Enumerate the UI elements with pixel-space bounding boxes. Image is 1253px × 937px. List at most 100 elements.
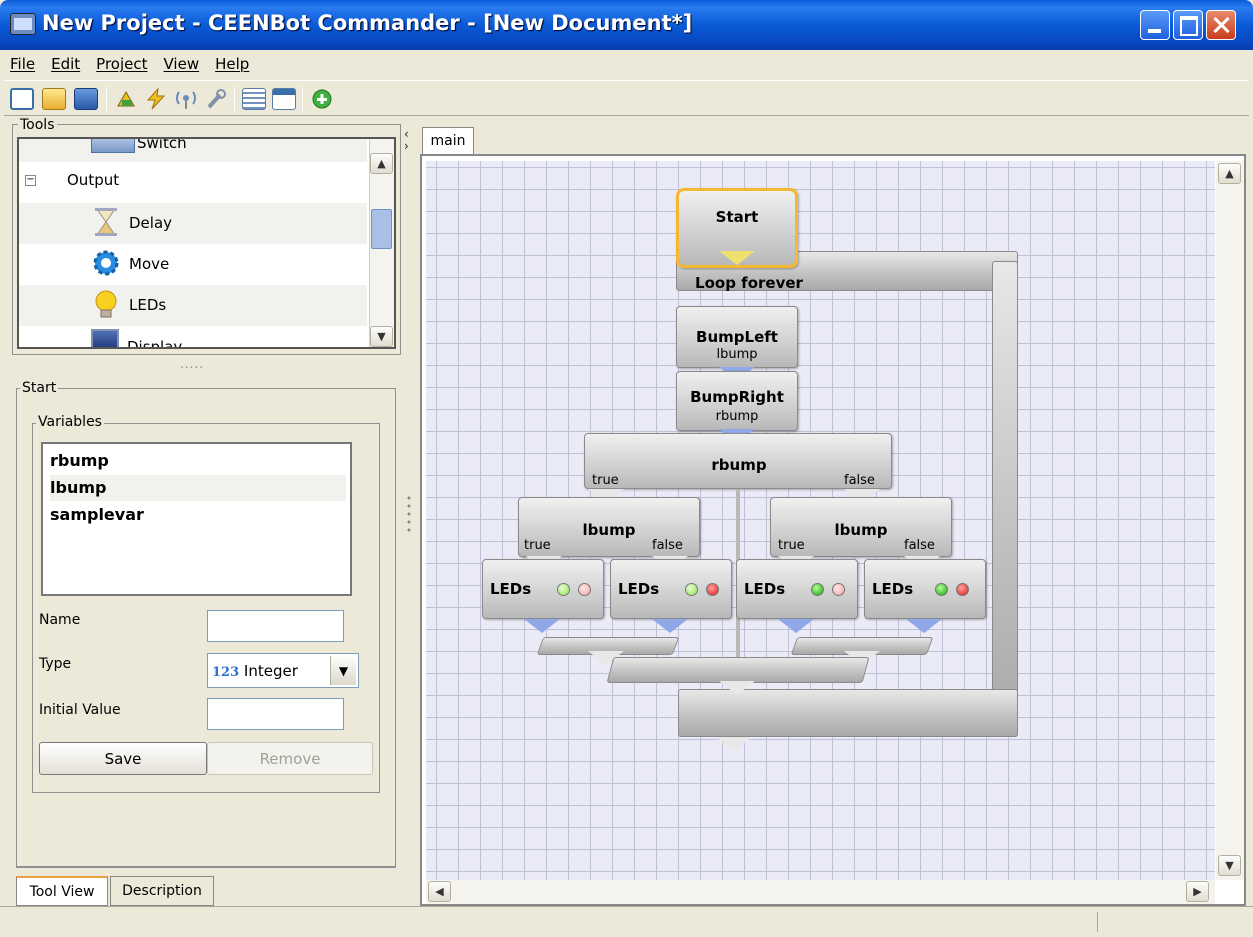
tool-item-delay[interactable]: Delay <box>19 203 367 244</box>
wrench-icon[interactable] <box>204 88 228 110</box>
gear-icon <box>93 250 119 276</box>
list-item[interactable]: lbump <box>50 475 346 501</box>
leds-label: LEDs <box>618 580 660 598</box>
toolbar-separator <box>106 87 107 111</box>
type-select[interactable]: 123 Integer ▼ <box>207 653 359 688</box>
led-red-icon <box>706 583 719 596</box>
splitter-handle[interactable]: ..... <box>180 357 204 371</box>
scroll-down-button[interactable]: ▼ <box>370 326 393 347</box>
tool-item-output[interactable]: − Output <box>19 162 367 203</box>
start-label: Start <box>715 208 759 226</box>
list-item[interactable]: samplevar <box>50 502 346 528</box>
menu-view[interactable]: View <box>164 55 200 73</box>
divider-grip[interactable] <box>407 495 411 539</box>
loop-return-line <box>992 261 1018 737</box>
flow-canvas[interactable]: Loop forever Start BumpLeft lbump BumpRi… <box>426 161 1215 880</box>
maximize-button[interactable] <box>1173 10 1203 40</box>
wireless-icon[interactable] <box>174 88 198 110</box>
collapse-panel-handle[interactable]: ‹ › <box>404 128 409 152</box>
lbump-if-label: lbump <box>582 521 636 539</box>
tab-tool-view[interactable]: Tool View <box>16 876 108 906</box>
connector <box>524 619 560 633</box>
leds-label: LEDs <box>744 580 786 598</box>
lbump-if-label: lbump <box>834 521 888 539</box>
display-icon <box>91 329 119 347</box>
connector <box>719 681 755 695</box>
switch-icon <box>91 139 135 153</box>
scroll-down-button[interactable]: ▼ <box>1218 855 1241 876</box>
led-green-icon <box>685 583 698 596</box>
scroll-up-button[interactable]: ▲ <box>1218 163 1241 184</box>
flash-icon[interactable] <box>144 87 168 110</box>
menu-file[interactable]: File <box>10 55 35 73</box>
tool-item-leds[interactable]: LEDs <box>19 285 367 326</box>
tab-description[interactable]: Description <box>110 876 214 906</box>
merge-bar <box>606 657 870 683</box>
bumpright-label: BumpRight <box>690 388 784 406</box>
list-item[interactable]: rbump <box>50 448 346 474</box>
window-title: New Project - CEENBot Commander - [New D… <box>42 11 693 35</box>
lightbulb-icon <box>95 290 117 318</box>
led-red-icon <box>956 583 969 596</box>
true-label: true <box>778 538 805 553</box>
scroll-left-button[interactable]: ◀ <box>428 881 451 902</box>
menu-edit[interactable]: Edit <box>51 55 80 73</box>
variables-list[interactable]: rbump lbump samplevar <box>41 442 352 596</box>
leds-label: LEDs <box>872 580 914 598</box>
open-icon[interactable] <box>42 88 66 110</box>
connector <box>778 619 814 633</box>
canvas-vertical-scrollbar[interactable]: ▲ ▼ <box>1216 161 1244 880</box>
menu-help[interactable]: Help <box>215 55 249 73</box>
bumpleft-label: BumpLeft <box>696 328 778 346</box>
save-button[interactable]: Save <box>39 742 207 775</box>
true-label: true <box>592 473 619 488</box>
new-project-icon[interactable] <box>10 88 34 110</box>
hourglass-icon <box>95 208 117 236</box>
tools-list: Switch − Output Delay Move LEDs Display … <box>17 137 396 349</box>
menu-bar: File Edit Project View Help <box>0 50 1253 78</box>
save-icon[interactable] <box>74 88 98 110</box>
name-label: Name <box>39 612 81 628</box>
add-icon[interactable] <box>310 88 334 110</box>
tool-label: Delay <box>129 214 173 232</box>
start-connector <box>719 251 755 265</box>
scroll-up-button[interactable]: ▲ <box>370 153 393 174</box>
led-red-icon <box>832 583 845 596</box>
tool-label: LEDs <box>129 296 167 314</box>
tool-label: Display <box>127 338 183 349</box>
name-field[interactable] <box>207 610 344 642</box>
scroll-right-button[interactable]: ▶ <box>1186 881 1209 902</box>
minimize-button[interactable] <box>1140 10 1170 40</box>
divider <box>16 866 396 868</box>
true-label: true <box>524 538 551 553</box>
false-label: false <box>652 538 683 553</box>
scroll-thumb[interactable] <box>371 209 392 249</box>
status-bar <box>0 906 1253 937</box>
tab-main[interactable]: main <box>422 127 474 154</box>
tool-label: Move <box>129 255 170 273</box>
tool-label: Output <box>67 171 120 189</box>
bumpright-var: rbump <box>715 409 759 424</box>
chevron-down-icon[interactable]: ▼ <box>330 656 356 685</box>
close-button[interactable] <box>1206 10 1236 40</box>
tool-item-switch[interactable]: Switch <box>19 139 367 162</box>
app-icon <box>10 13 36 35</box>
led-green-icon <box>811 583 824 596</box>
remove-button[interactable]: Remove <box>207 742 373 775</box>
upload-icon[interactable] <box>114 88 138 110</box>
tool-item-display[interactable]: Display <box>19 326 367 349</box>
list-icon[interactable] <box>242 88 266 110</box>
led-red-icon <box>578 583 591 596</box>
tools-scrollbar[interactable]: ▲ ▼ <box>369 139 394 347</box>
loop-label: Loop forever <box>695 274 803 292</box>
initial-value-field[interactable] <box>207 698 344 730</box>
toolbar-separator <box>302 87 303 111</box>
window-icon[interactable] <box>272 88 296 110</box>
collapse-icon[interactable]: − <box>25 175 36 186</box>
menu-project[interactable]: Project <box>96 55 147 73</box>
integer-type-icon: 123 <box>212 665 240 680</box>
canvas-horizontal-scrollbar[interactable]: ◀ ▶ <box>426 880 1215 904</box>
loop-end-block[interactable] <box>678 689 1018 737</box>
false-label: false <box>904 538 935 553</box>
tool-item-move[interactable]: Move <box>19 244 367 285</box>
